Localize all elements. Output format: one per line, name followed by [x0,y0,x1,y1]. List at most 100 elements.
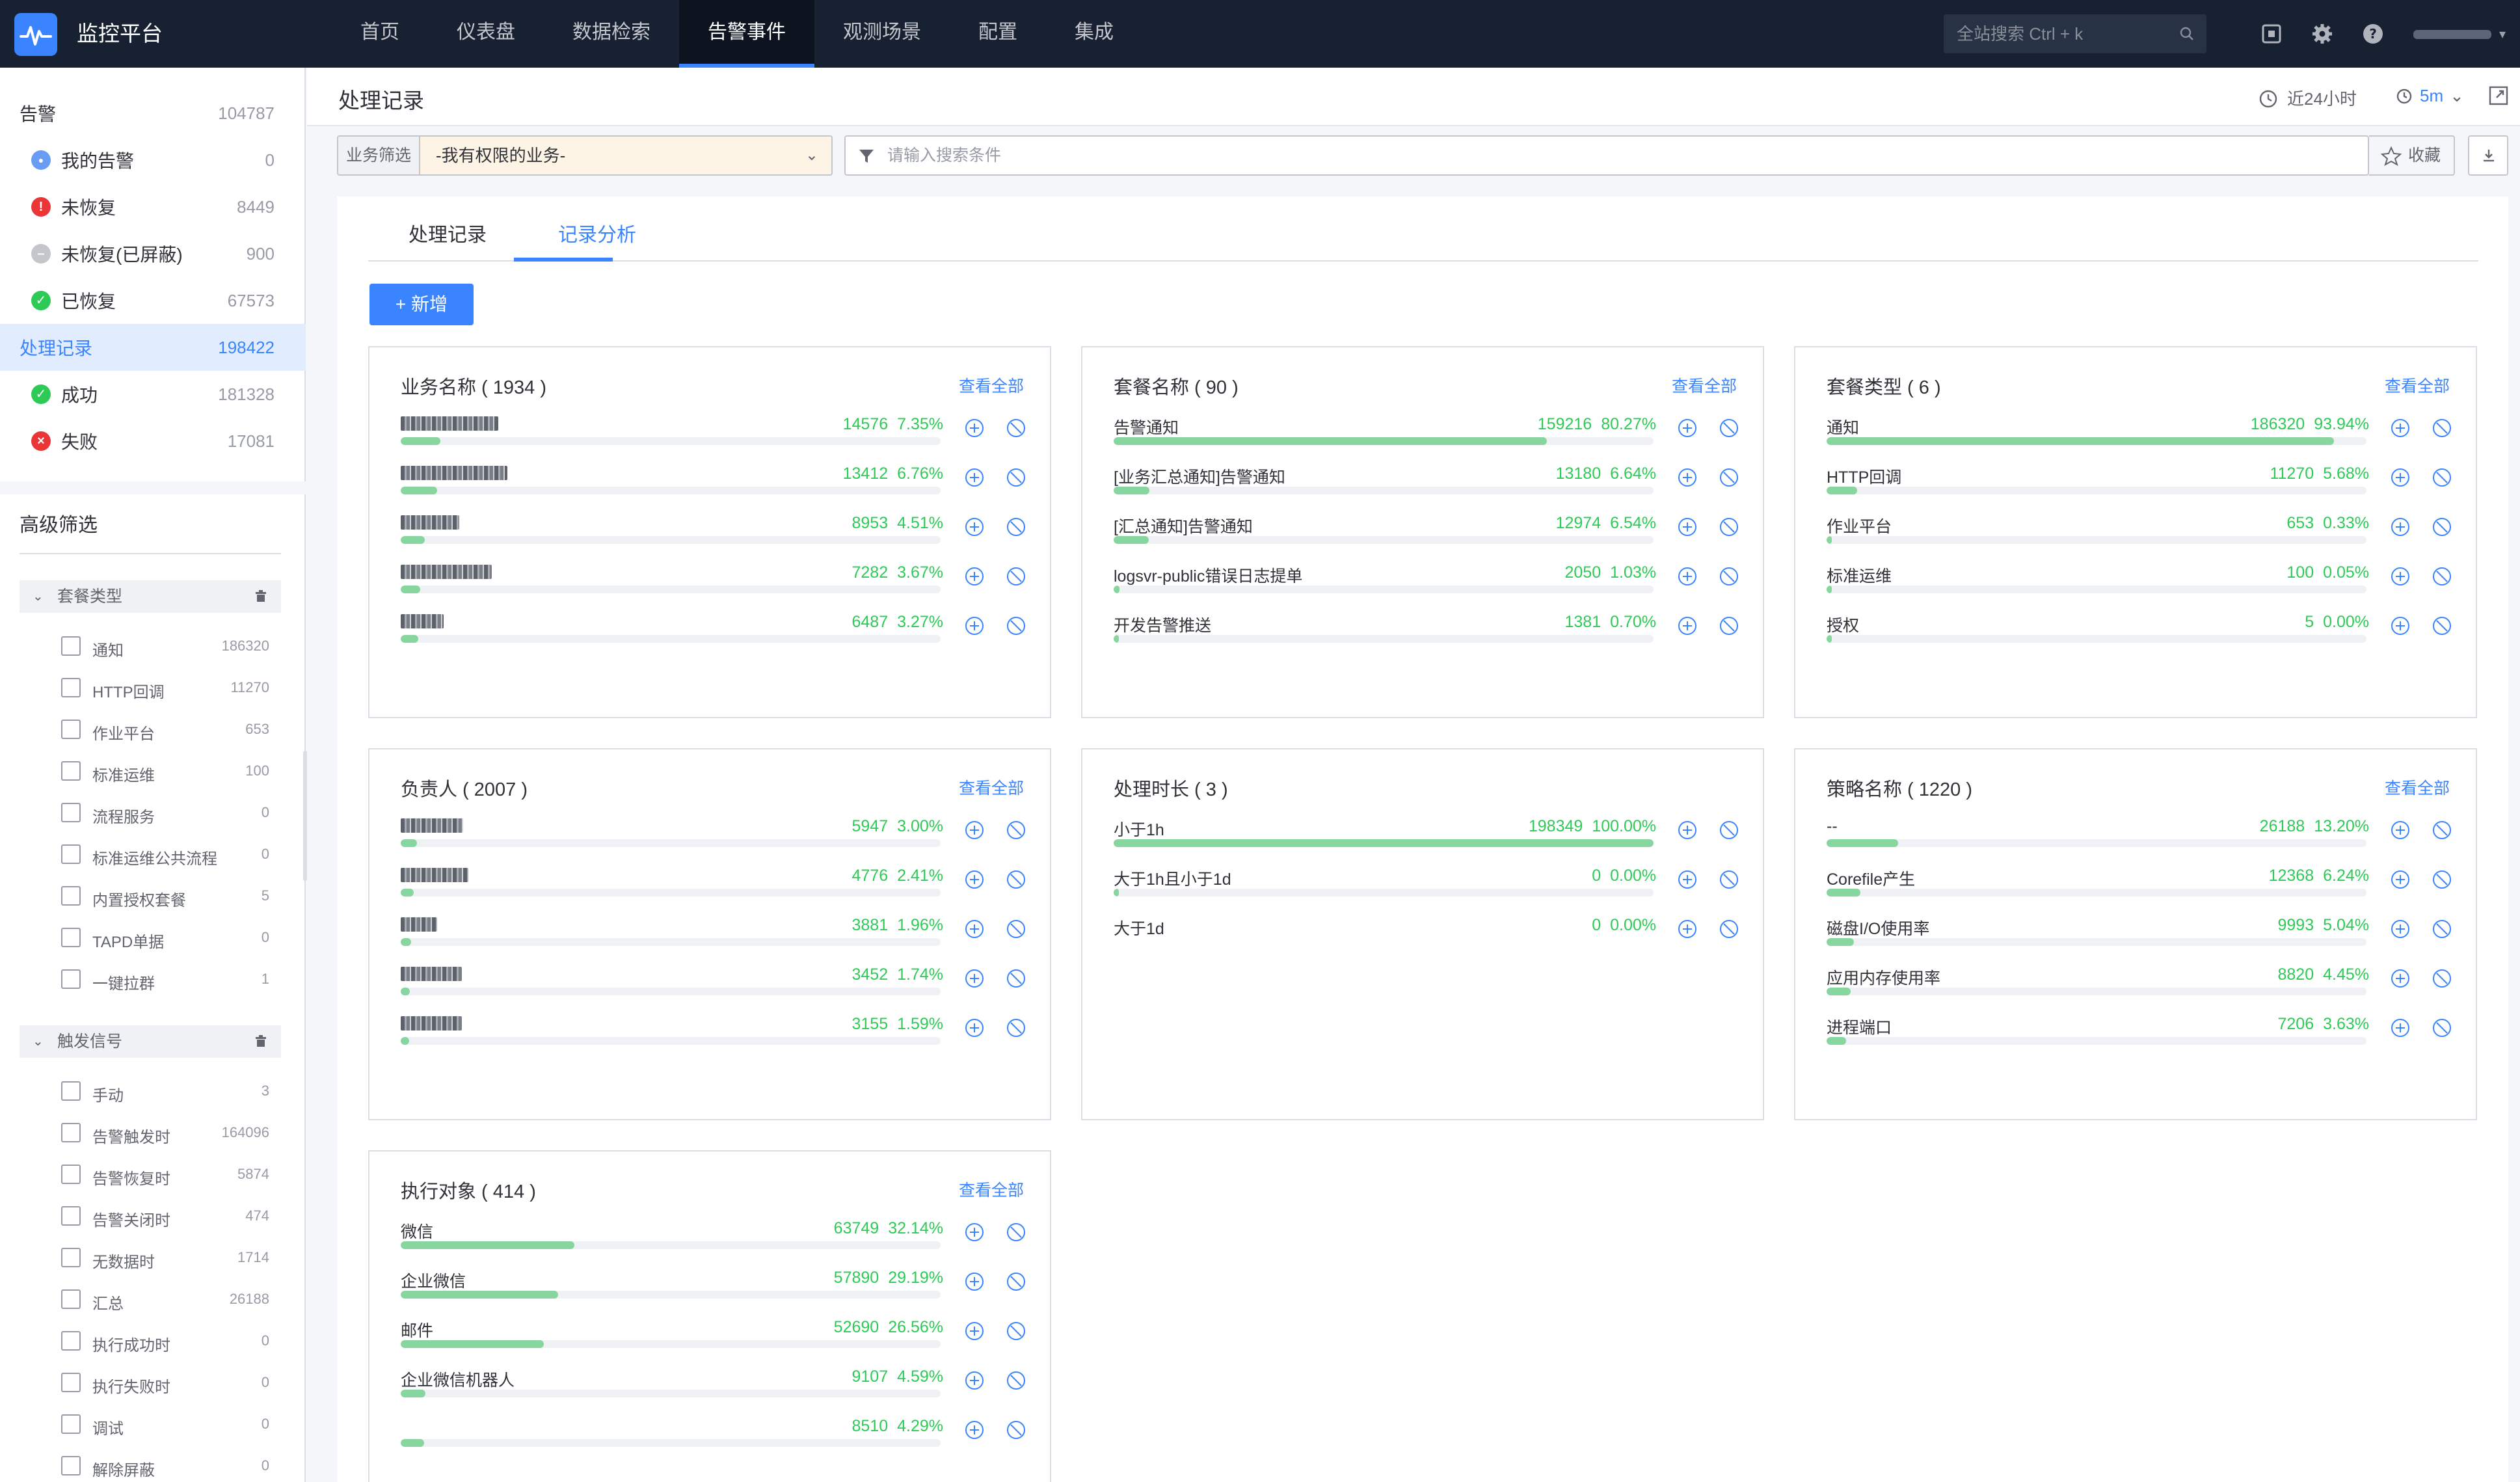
block-icon[interactable] [1006,566,1026,587]
block-icon[interactable] [1006,615,1026,636]
block-icon[interactable] [1006,1222,1026,1243]
checkbox[interactable] [61,928,81,947]
add-circle-icon[interactable] [1677,566,1698,587]
block-icon[interactable] [1006,968,1026,989]
add-circle-icon[interactable] [964,467,985,488]
add-circle-icon[interactable] [1677,615,1698,636]
checkbox[interactable] [61,678,81,697]
checkbox[interactable] [61,1081,81,1101]
add-circle-icon[interactable] [2390,1017,2411,1038]
filter-option[interactable]: 调试 0 [61,1409,269,1438]
fullscreen-icon[interactable] [2487,85,2510,107]
filter-option[interactable]: 执行失败时 0 [61,1367,269,1396]
screenshot-icon[interactable] [2260,22,2283,46]
view-all-link[interactable]: 查看全部 [2385,775,2450,799]
nav-item-0[interactable]: 首页 [332,0,428,68]
filter-option[interactable]: 手动 3 [61,1076,269,1105]
nav-item-1[interactable]: 仪表盘 [428,0,544,68]
add-circle-icon[interactable] [1677,820,1698,841]
add-circle-icon[interactable] [1677,517,1698,537]
checkbox[interactable] [61,1248,81,1267]
search-condition-input[interactable]: 请输入搜索条件 [844,135,2369,176]
add-circle-icon[interactable] [964,566,985,587]
nav-item-3[interactable]: 告警事件 [679,0,814,68]
block-icon[interactable] [1006,1420,1026,1440]
nav-item-6[interactable]: 集成 [1046,0,1142,68]
view-all-link[interactable]: 查看全部 [1672,373,1737,397]
add-circle-icon[interactable] [2390,968,2411,989]
block-icon[interactable] [2432,1017,2452,1038]
filter-option[interactable]: 汇总 26188 [61,1284,269,1313]
filter-option[interactable]: TAPD单据 0 [61,923,269,951]
filter-option[interactable]: 作业平台 653 [61,714,269,743]
nav-item-2[interactable]: 数据检索 [544,0,679,68]
checkbox[interactable] [61,969,81,989]
block-icon[interactable] [1719,919,1739,939]
help-icon[interactable]: ? [2361,22,2385,46]
block-icon[interactable] [1719,418,1739,438]
block-icon[interactable] [1006,467,1026,488]
block-icon[interactable] [1006,820,1026,841]
sidebar-scrollbar[interactable] [303,751,307,881]
block-icon[interactable] [2432,968,2452,989]
chevron-down-icon[interactable]: ▾ [2499,26,2506,42]
sidebar-item-records[interactable]: 处理记录 198422 [0,324,306,371]
filter-option[interactable]: 执行成功时 0 [61,1326,269,1354]
sidebar-subitem[interactable]: ✓ 成功 181328 [0,371,306,418]
checkbox[interactable] [61,886,81,906]
view-all-link[interactable]: 查看全部 [959,775,1024,799]
block-icon[interactable] [1719,820,1739,841]
add-circle-icon[interactable] [964,869,985,890]
add-circle-icon[interactable] [964,820,985,841]
checkbox[interactable] [61,761,81,781]
add-circle-icon[interactable] [964,968,985,989]
view-all-link[interactable]: 查看全部 [959,373,1024,397]
add-circle-icon[interactable] [964,1222,985,1243]
time-range-picker[interactable]: 近24小时 [2259,86,2357,110]
filter-option[interactable]: 标准运维公共流程 0 [61,839,269,868]
checkbox[interactable] [61,1289,81,1309]
add-circle-icon[interactable] [964,1017,985,1038]
add-circle-icon[interactable] [2390,418,2411,438]
block-icon[interactable] [2432,566,2452,587]
checkbox[interactable] [61,844,81,864]
filter-option[interactable]: HTTP回调 11270 [61,673,269,701]
filter-option[interactable]: 一键拉群 1 [61,964,269,993]
add-circle-icon[interactable] [1677,418,1698,438]
global-search-input[interactable]: 全站搜索 Ctrl + k [1944,14,2206,53]
block-icon[interactable] [2432,919,2452,939]
add-circle-icon[interactable] [1677,467,1698,488]
add-circle-icon[interactable] [964,1271,985,1292]
add-circle-icon[interactable] [964,615,985,636]
filter-option[interactable]: 告警恢复时 5874 [61,1159,269,1188]
sidebar-subitem[interactable]: ! 未恢复 8449 [0,183,306,230]
nav-item-5[interactable]: 配置 [950,0,1046,68]
checkbox[interactable] [61,803,81,822]
checkbox[interactable] [61,1331,81,1351]
filter-option[interactable]: 解除屏蔽 0 [61,1451,269,1479]
trash-icon[interactable] [254,589,268,604]
block-icon[interactable] [1719,869,1739,890]
sidebar-subitem[interactable]: – 未恢复(已屏蔽) 900 [0,230,306,277]
block-icon[interactable] [1719,467,1739,488]
block-icon[interactable] [1006,1271,1026,1292]
add-circle-icon[interactable] [2390,467,2411,488]
block-icon[interactable] [2432,467,2452,488]
filter-option[interactable]: 告警关闭时 474 [61,1201,269,1230]
tab-records[interactable]: 处理记录 [409,219,487,247]
block-icon[interactable] [2432,418,2452,438]
block-icon[interactable] [1719,517,1739,537]
add-circle-icon[interactable] [2390,820,2411,841]
block-icon[interactable] [1719,615,1739,636]
nav-item-4[interactable]: 观测场景 [814,0,950,68]
checkbox[interactable] [61,1414,81,1434]
add-circle-icon[interactable] [2390,615,2411,636]
checkbox[interactable] [61,1165,81,1184]
sidebar-subitem[interactable]: × 失败 17081 [0,418,306,465]
block-icon[interactable] [2432,615,2452,636]
block-icon[interactable] [1006,869,1026,890]
sidebar-item-alarm[interactable]: 告警 104787 [0,90,306,137]
add-circle-icon[interactable] [1677,869,1698,890]
filter-option[interactable]: 通知 186320 [61,631,269,660]
filter-option[interactable]: 标准运维 100 [61,756,269,785]
